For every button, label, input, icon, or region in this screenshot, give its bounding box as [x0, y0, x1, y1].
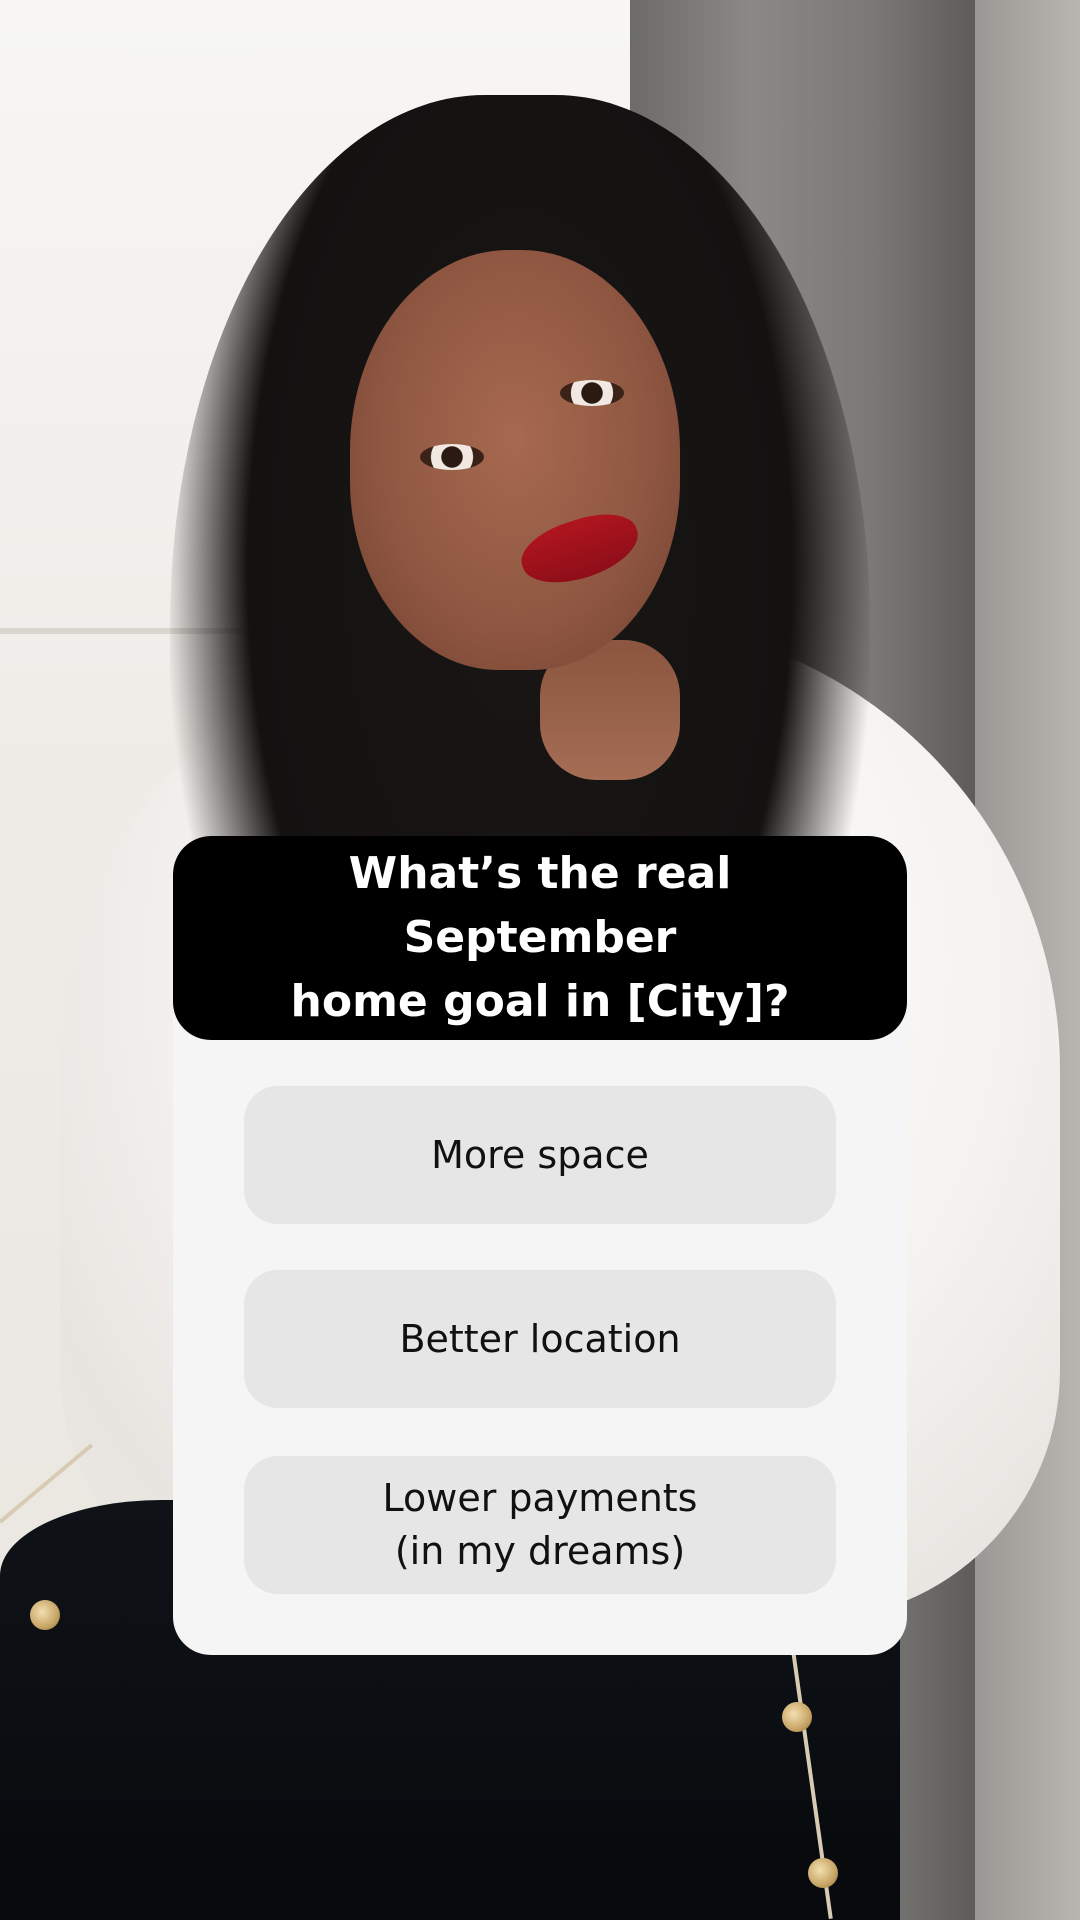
poll-option-lower-payments[interactable]: Lower payments (in my dreams) [244, 1456, 836, 1594]
poll-option-label: (in my dreams) [394, 1529, 686, 1573]
person-face [350, 250, 680, 670]
poll-option-label: Better location [399, 1316, 681, 1361]
poll-question: What’s the real September home goal in [… [210, 842, 870, 1034]
pants-button [808, 1858, 838, 1888]
poll-option-more-space[interactable]: More space [244, 1086, 836, 1224]
poll-sticker: What’s the real September home goal in [… [173, 836, 907, 1655]
person-eye-right [560, 380, 624, 406]
poll-question-line: What’s the real September [348, 848, 732, 963]
pants-button [30, 1600, 60, 1630]
person-eye-left [420, 444, 484, 470]
poll-question-line: home goal in [City]? [290, 976, 790, 1027]
poll-question-header: What’s the real September home goal in [… [173, 836, 907, 1040]
story-screen: What’s the real September home goal in [… [0, 0, 1080, 1920]
poll-option-label: More space [431, 1132, 649, 1177]
pants-button [782, 1702, 812, 1732]
poll-option-better-location[interactable]: Better location [244, 1270, 836, 1408]
poll-option-label: Lower payments [382, 1476, 698, 1520]
